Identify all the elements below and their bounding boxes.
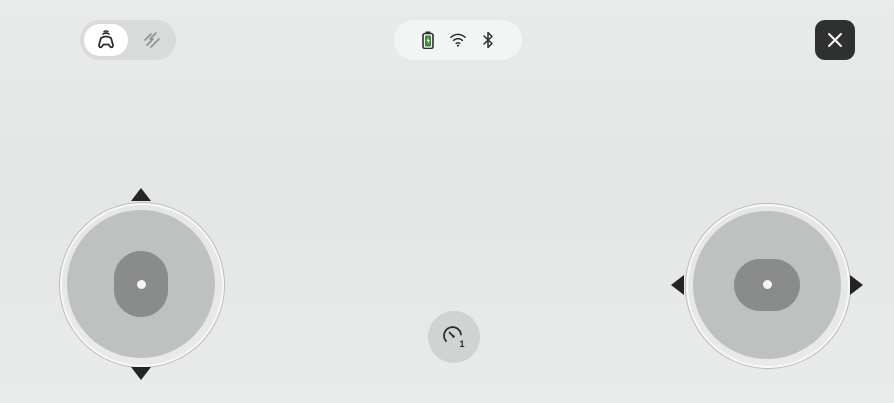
down-arrow-icon <box>131 367 151 380</box>
wifi-icon <box>449 30 467 50</box>
speedometer-icon: 1 <box>443 326 465 349</box>
motion-path-icon <box>144 32 160 48</box>
motion-mode-button[interactable] <box>132 24 172 56</box>
bluetooth-icon <box>479 30 497 50</box>
joystick-center-dot <box>763 280 772 289</box>
left-arrow-icon <box>671 275 684 295</box>
speed-button[interactable]: 1 <box>428 311 480 363</box>
left-joystick[interactable] <box>60 203 228 371</box>
speed-level: 1 <box>460 339 465 349</box>
battery-icon <box>419 30 437 50</box>
gamepad-mode-button[interactable] <box>84 24 128 56</box>
right-joystick[interactable] <box>686 204 854 372</box>
close-button[interactable] <box>815 20 855 60</box>
joystick-center-dot <box>137 280 146 289</box>
right-arrow-icon <box>850 275 863 295</box>
connection-status <box>394 20 522 60</box>
close-icon <box>828 33 842 47</box>
up-arrow-icon <box>131 188 151 201</box>
gamepad-icon <box>98 30 114 49</box>
mode-toggle <box>80 20 176 60</box>
